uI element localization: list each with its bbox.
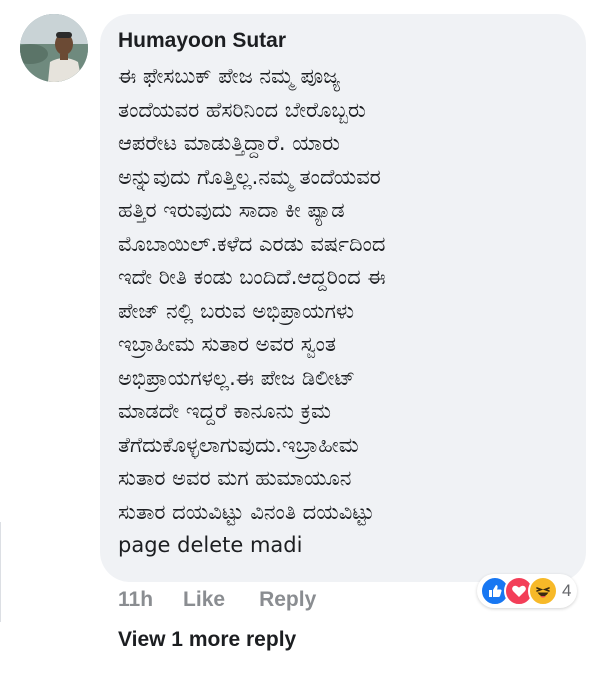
comment-line: ಆಪರೇಟ ಮಾಡುತ್ತಿದ್ದಾರೆ. ಯಾರು — [118, 131, 340, 155]
comment-line: ಸುತಾರ ದಯವಿಟ್ಟು ವಿನಂತಿ ದಯವಿಟ್ಟು — [118, 499, 375, 524]
reply-button[interactable]: Reply — [259, 588, 316, 612]
comment-line: ಅಭಿಪ್ರಾಯಗಳಲ್ಲ.ಈ ಪೇಜ ಡಿಲೀಟ್ — [118, 365, 356, 390]
reactions-summary[interactable]: 4 — [477, 574, 578, 608]
comment-line: ಅನ್ನುವುದು ಗೊತ್ತಿಲ್ಲ.ನಮ್ಮ ತಂದೆಯವರ — [118, 164, 381, 189]
haha-reaction-icon — [528, 576, 558, 606]
reaction-count: 4 — [562, 581, 572, 600]
comment-timestamp[interactable]: 11h — [118, 588, 153, 612]
comment-thread: Humayoon Sutar ಈ ಫೇಸಬುಕ್ ಪೇಜ ನಮ್ಮ ಪೂಜ್ಯ … — [0, 0, 606, 677]
comment-line: ತೆಗೆದುಕೊಳ್ಳಲಾಗುವುದು.ಇಬ್ರಾಹೀಮ — [118, 432, 359, 457]
comment-line: page delete madi — [118, 533, 303, 557]
comment-line: ಇದೇ ರೀತಿ ಕಂಡು ಬಂದಿದೆ.ಆದ್ದರಿಂದ ಈ — [118, 265, 386, 289]
comment-line: ಪೇಜ್ ನಲ್ಲಿ ಬರುವ ಅಭಿಪ್ರಾಯಗಳು — [118, 298, 355, 323]
profile-photo-icon — [20, 14, 88, 82]
comment-line: ಮಾಡದೇ ಇದ್ದರೆ ಕಾನೂನು ಕ್ರಮ — [118, 399, 331, 423]
comment-body: ಈ ಫೇಸಬುಕ್ ಪೇಜ ನಮ್ಮ ಪೂಜ್ಯ ತಂದೆಯವರ ಹೆಸರಿನಿ… — [118, 60, 568, 563]
comment-line: ಸುತಾರ ಅವರ ಮಗ ಹುಮಾಯೂನ — [118, 466, 352, 490]
comment-line: ಹತ್ತಿರ ಇರುವುದು ಸಾದಾ ಕೀ ಪ್ಯಾಡ — [118, 198, 345, 222]
avatar[interactable] — [20, 14, 88, 82]
comment-actions: 11h Like Reply — [118, 588, 316, 612]
comment-bubble: Humayoon Sutar ಈ ಫೇಸಬುಕ್ ಪೇಜ ನಮ್ಮ ಪೂಜ್ಯ … — [100, 14, 586, 582]
comment-line: ಇಬ್ರಾಹೀಮ ಸುತಾರ ಅವರ ಸ್ವಂತ — [118, 332, 337, 356]
comment-line: ಮೊಬಾಯಿಲ್.ಕಳೆದ ಎರಡು ವರ್ಷದಿಂದ — [118, 231, 386, 256]
comment-line: ಈ ಫೇಸಬುಕ್ ಪೇಜ ನಮ್ಮ ಪೂಜ್ಯ — [118, 64, 341, 88]
view-more-replies-link[interactable]: View 1 more reply — [118, 628, 296, 652]
like-button[interactable]: Like — [183, 588, 225, 612]
comment-line: ತಂದೆಯವರ ಹೆಸರಿನಿಂದ ಬೇರೊಬ್ಬರು — [118, 97, 366, 122]
thread-divider — [0, 522, 1, 622]
comment-author[interactable]: Humayoon Sutar — [118, 28, 568, 54]
